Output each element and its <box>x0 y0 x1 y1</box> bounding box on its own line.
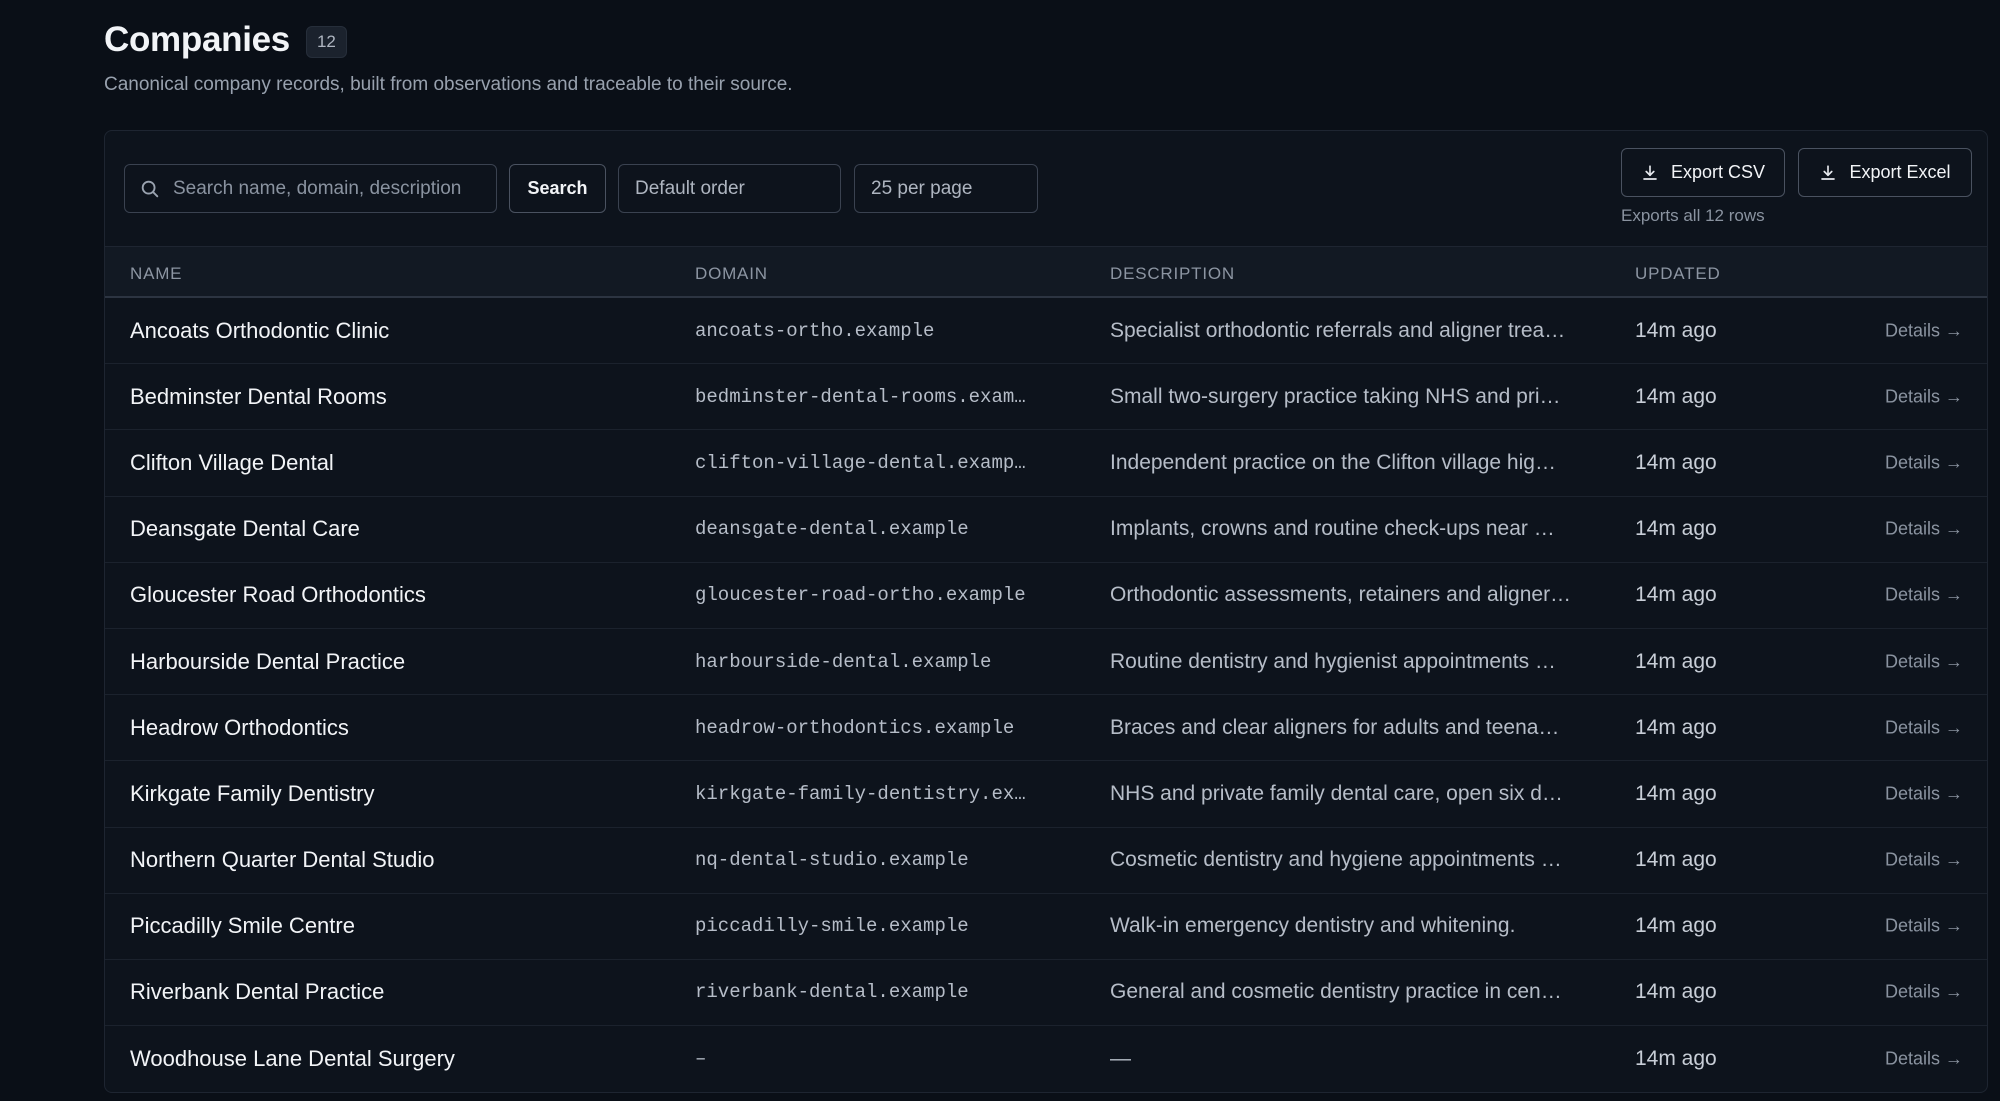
table-row[interactable]: Riverbank Dental Practice riverbank-dent… <box>105 960 1987 1027</box>
company-description: Independent practice on the Clifton vill… <box>1110 450 1556 474</box>
search-button[interactable]: Search <box>509 164 606 213</box>
search-input[interactable] <box>173 177 473 200</box>
details-link[interactable]: Details → <box>1885 585 1963 606</box>
table-row[interactable]: Woodhouse Lane Dental Surgery – — 14m ag… <box>105 1026 1987 1092</box>
company-description: Orthodontic assessments, retainers and a… <box>1110 583 1572 607</box>
search-icon <box>141 180 159 197</box>
page-title: Companies <box>104 20 290 59</box>
table-row[interactable]: Deansgate Dental Care deansgate-dental.e… <box>105 497 1987 563</box>
export-csv-label: Export CSV <box>1670 162 1766 182</box>
company-domain: ancoats-ortho.example <box>695 319 935 342</box>
company-domain: deansgate-dental.example <box>695 518 969 541</box>
details-link[interactable]: Details → <box>1885 982 1963 1003</box>
column-header-domain[interactable]: DOMAIN <box>695 264 768 284</box>
company-domain: kirkgate-family-dentistry.ex… <box>695 782 1026 805</box>
table-body: Ancoats Orthodontic Clinic ancoats-ortho… <box>105 298 1987 1092</box>
table-row[interactable]: Clifton Village Dental clifton-village-d… <box>105 430 1987 497</box>
company-name[interactable]: Piccadilly Smile Centre <box>130 913 355 939</box>
details-link[interactable]: Details → <box>1885 783 1963 804</box>
column-header-updated[interactable]: UPDATED <box>1635 264 1721 284</box>
download-icon <box>1821 164 1836 180</box>
table-row[interactable]: Harbourside Dental Practice harbourside-… <box>105 629 1987 696</box>
company-domain: gloucester-road-ortho.example <box>695 584 1026 607</box>
company-name[interactable]: Gloucester Road Orthodontics <box>130 582 426 608</box>
details-link[interactable]: Details → <box>1885 717 1963 738</box>
export-csv-button[interactable]: Export CSV <box>1621 148 1785 197</box>
company-updated: 14m ago <box>1635 318 1717 342</box>
download-icon <box>1643 164 1657 180</box>
table-row[interactable]: Kirkgate Family Dentistry kirkgate-famil… <box>105 761 1987 828</box>
company-domain: – <box>695 1048 707 1071</box>
details-link[interactable]: Details → <box>1885 386 1963 407</box>
company-domain: riverbank-dental.example <box>695 981 969 1004</box>
company-domain: headrow-orthodontics.example <box>695 716 1015 739</box>
details-link[interactable]: Details → <box>1885 519 1963 540</box>
table-row[interactable]: Gloucester Road Orthodontics gloucester-… <box>105 563 1987 629</box>
table-row[interactable]: Headrow Orthodontics headrow-orthodontic… <box>105 695 1987 762</box>
company-name[interactable]: Harbourside Dental Practice <box>130 649 405 675</box>
company-updated: 14m ago <box>1635 1047 1717 1071</box>
company-updated: 14m ago <box>1635 384 1717 408</box>
company-name[interactable]: Northern Quarter Dental Studio <box>130 847 435 873</box>
company-updated: 14m ago <box>1635 649 1717 673</box>
toolbar: Search Default order 25 per page Export … <box>105 131 1987 246</box>
table-row[interactable]: Ancoats Orthodontic Clinic ancoats-ortho… <box>105 298 1987 365</box>
company-updated: 14m ago <box>1635 914 1717 938</box>
company-description: Braces and clear aligners for adults and… <box>1110 715 1560 739</box>
table-header: NAME DOMAIN DESCRIPTION UPDATED <box>105 246 1987 298</box>
companies-card: Search Default order 25 per page Export … <box>104 130 1988 1093</box>
search-box[interactable] <box>124 164 497 213</box>
company-description: Implants, crowns and routine check-ups n… <box>1110 517 1555 541</box>
company-name[interactable]: Riverbank Dental Practice <box>130 979 384 1005</box>
company-description: — <box>1110 1047 1131 1071</box>
company-description: Small two-surgery practice taking NHS an… <box>1110 384 1561 408</box>
export-excel-button[interactable]: Export Excel <box>1798 148 1972 197</box>
company-description: Walk-in emergency dentistry and whitenin… <box>1110 914 1516 938</box>
company-name[interactable]: Ancoats Orthodontic Clinic <box>130 318 389 344</box>
company-updated: 14m ago <box>1635 848 1717 872</box>
company-description: Cosmetic dentistry and hygiene appointme… <box>1110 848 1562 872</box>
company-updated: 14m ago <box>1635 450 1717 474</box>
page-subtitle: Canonical company records, built from ob… <box>104 74 793 95</box>
company-name[interactable]: Headrow Orthodontics <box>130 715 349 741</box>
company-description: Specialist orthodontic referrals and ali… <box>1110 318 1566 342</box>
column-header-name[interactable]: NAME <box>130 264 182 284</box>
company-updated: 14m ago <box>1635 715 1717 739</box>
details-link[interactable]: Details → <box>1885 651 1963 672</box>
company-name[interactable]: Bedminster Dental Rooms <box>130 384 387 410</box>
company-domain: bedminster-dental-rooms.exam… <box>695 385 1026 408</box>
company-updated: 14m ago <box>1635 517 1717 541</box>
table-row[interactable]: Piccadilly Smile Centre piccadilly-smile… <box>105 894 1987 960</box>
order-select[interactable]: Default order <box>618 164 841 213</box>
per-page-select[interactable]: 25 per page <box>854 164 1038 213</box>
page-header: Companies 12 Canonical company records, … <box>104 20 1104 100</box>
company-domain: clifton-village-dental.examp… <box>695 451 1026 474</box>
export-note: Exports all 12 rows <box>1621 206 1765 225</box>
details-link[interactable]: Details → <box>1885 1049 1963 1070</box>
company-domain: nq-dental-studio.example <box>695 849 969 872</box>
company-description: Routine dentistry and hygienist appointm… <box>1110 649 1556 673</box>
company-description: General and cosmetic dentistry practice … <box>1110 980 1562 1004</box>
column-header-description[interactable]: DESCRIPTION <box>1110 264 1235 284</box>
company-domain: harbourside-dental.example <box>695 650 992 673</box>
company-name[interactable]: Clifton Village Dental <box>130 450 334 476</box>
company-domain: piccadilly-smile.example <box>695 915 969 938</box>
title-row: Companies 12 <box>104 20 1104 60</box>
company-description: NHS and private family dental care, open… <box>1110 781 1563 805</box>
company-name[interactable]: Deansgate Dental Care <box>130 516 360 542</box>
company-name[interactable]: Woodhouse Lane Dental Surgery <box>130 1046 455 1072</box>
details-link[interactable]: Details → <box>1885 320 1963 341</box>
company-updated: 14m ago <box>1635 781 1717 805</box>
details-link[interactable]: Details → <box>1885 916 1963 937</box>
details-link[interactable]: Details → <box>1885 452 1963 473</box>
details-link[interactable]: Details → <box>1885 850 1963 871</box>
company-updated: 14m ago <box>1635 980 1717 1004</box>
export-excel-label: Export Excel <box>1849 162 1951 182</box>
table-row[interactable]: Northern Quarter Dental Studio nq-dental… <box>105 828 1987 894</box>
company-name[interactable]: Kirkgate Family Dentistry <box>130 781 375 807</box>
company-updated: 14m ago <box>1635 583 1717 607</box>
table-row[interactable]: Bedminster Dental Rooms bedminster-denta… <box>105 364 1987 431</box>
count-badge: 12 <box>305 26 347 58</box>
